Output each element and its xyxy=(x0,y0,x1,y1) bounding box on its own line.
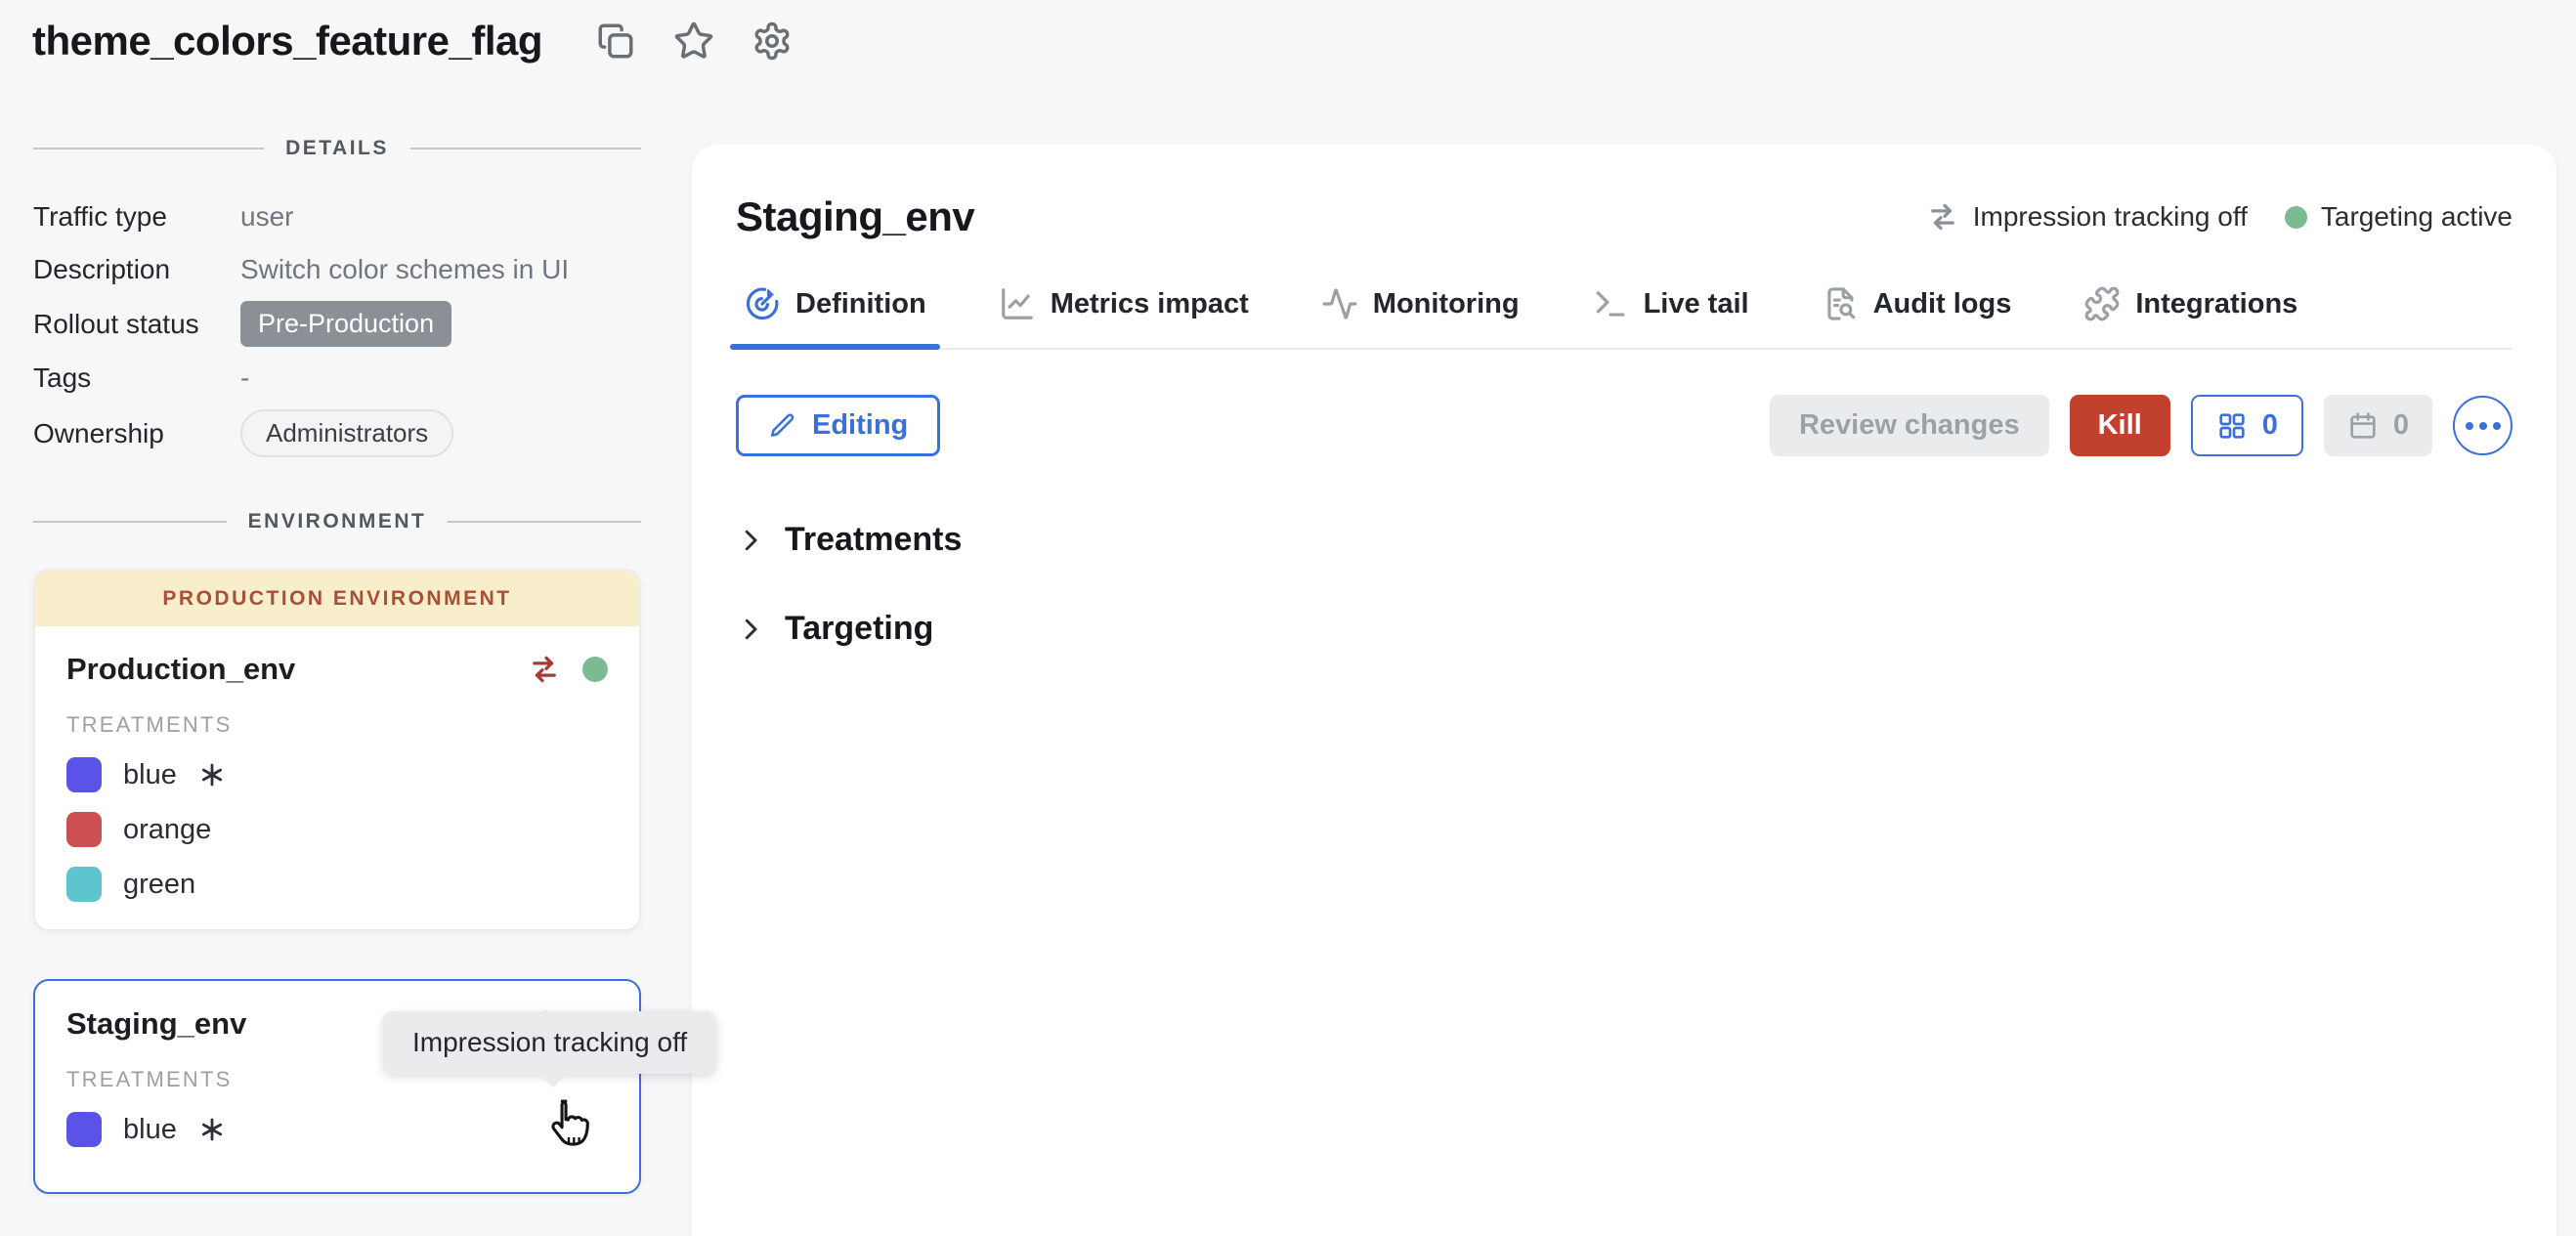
detail-row-traffic-type: Traffic type user xyxy=(33,195,641,238)
targeting-active-dot xyxy=(582,657,608,682)
gear-icon[interactable] xyxy=(751,21,793,62)
header-actions xyxy=(595,21,793,62)
treatments-heading: TREATMENTS xyxy=(66,712,608,738)
puzzle-icon xyxy=(2083,285,2121,322)
targeting-section-toggle[interactable]: Targeting xyxy=(736,610,2512,648)
scheduled-changes-count-button[interactable]: 0 xyxy=(2324,395,2432,456)
status-indicators: Impression tracking off Targeting active xyxy=(1926,201,2512,233)
ellipsis-icon xyxy=(2466,422,2473,430)
details-heading: DETAILS xyxy=(33,137,641,160)
divider xyxy=(33,148,264,149)
page-title: theme_colors_feature_flag xyxy=(32,18,542,64)
treatment-swatch xyxy=(66,867,102,902)
detail-row-tags: Tags - xyxy=(33,357,641,400)
tab-monitoring[interactable]: Monitoring xyxy=(1313,285,1527,348)
environment-heading: ENVIRONMENT xyxy=(33,510,641,533)
detail-row-ownership: Ownership Administrators xyxy=(33,409,641,457)
tab-integrations[interactable]: Integrations xyxy=(2076,285,2305,348)
treatment-swatch xyxy=(66,1112,102,1147)
terminal-icon xyxy=(1592,285,1629,322)
kill-button[interactable]: Kill xyxy=(2070,395,2170,456)
default-treatment-asterisk-icon xyxy=(198,1116,226,1143)
tab-audit-logs[interactable]: Audit logs xyxy=(1814,285,2020,348)
targeting-status: Targeting active xyxy=(2285,201,2512,233)
divider xyxy=(410,148,641,149)
production-environment-banner: PRODUCTION ENVIRONMENT xyxy=(35,571,639,626)
tab-bar: Definition Metrics impact Monitoring Liv… xyxy=(736,285,2512,350)
star-icon[interactable] xyxy=(673,21,714,62)
environment-card-production[interactable]: PRODUCTION ENVIRONMENT Production_env TR… xyxy=(33,569,641,931)
line-chart-icon xyxy=(999,285,1036,322)
detail-row-rollout-status: Rollout status Pre-Production xyxy=(33,301,641,347)
impression-tracking-tooltip: Impression tracking off xyxy=(383,1011,716,1074)
document-search-icon xyxy=(1822,285,1859,322)
treatment-row: green xyxy=(66,867,608,902)
treatment-row: blue xyxy=(66,1112,608,1147)
default-treatment-asterisk-icon xyxy=(198,761,226,788)
environment-detail-panel: Staging_env Impression tracking off Targ… xyxy=(692,145,2556,1236)
impression-tracking-icon[interactable] xyxy=(528,655,561,684)
treatments-section-toggle[interactable]: Treatments xyxy=(736,521,2512,559)
chevron-right-icon xyxy=(736,526,765,555)
feature-flag-page: theme_colors_feature_flag DETAILS Traffi… xyxy=(0,0,2576,1236)
treatment-swatch xyxy=(66,812,102,847)
environment-panel-title: Staging_env xyxy=(736,193,974,240)
grid-icon xyxy=(2216,410,2248,442)
impression-tracking-status: Impression tracking off xyxy=(1926,201,2248,233)
page-header: theme_colors_feature_flag xyxy=(32,18,793,64)
pencil-icon xyxy=(768,411,797,441)
hand-cursor xyxy=(543,1096,594,1157)
treatment-swatch xyxy=(66,757,102,792)
chevron-right-icon xyxy=(736,615,765,644)
divider xyxy=(448,521,641,523)
toolbar: Editing Review changes Kill 0 xyxy=(736,395,2512,456)
rollout-status-badge: Pre-Production xyxy=(240,301,451,347)
treatment-row: blue xyxy=(66,757,608,792)
tab-metrics-impact[interactable]: Metrics impact xyxy=(991,285,1257,348)
copy-icon[interactable] xyxy=(595,21,636,62)
ownership-chip[interactable]: Administrators xyxy=(240,409,453,457)
editing-button[interactable]: Editing xyxy=(736,395,940,456)
pending-changes-count-button[interactable]: 0 xyxy=(2191,395,2303,456)
more-actions-button[interactable] xyxy=(2453,396,2512,455)
environment-name: Staging_env xyxy=(66,1006,246,1042)
target-dart-icon xyxy=(744,285,781,322)
tab-live-tail[interactable]: Live tail xyxy=(1584,285,1757,348)
treatment-row: orange xyxy=(66,812,608,847)
impression-tracking-icon xyxy=(1926,202,1959,232)
review-changes-button[interactable]: Review changes xyxy=(1770,395,2049,456)
tab-definition[interactable]: Definition xyxy=(736,285,934,348)
calendar-icon xyxy=(2347,410,2379,442)
environment-name: Production_env xyxy=(66,652,295,687)
divider xyxy=(33,521,227,523)
pulse-icon xyxy=(1321,285,1358,322)
detail-row-description: Description Switch color schemes in UI xyxy=(33,248,641,291)
targeting-active-dot xyxy=(2285,206,2307,229)
